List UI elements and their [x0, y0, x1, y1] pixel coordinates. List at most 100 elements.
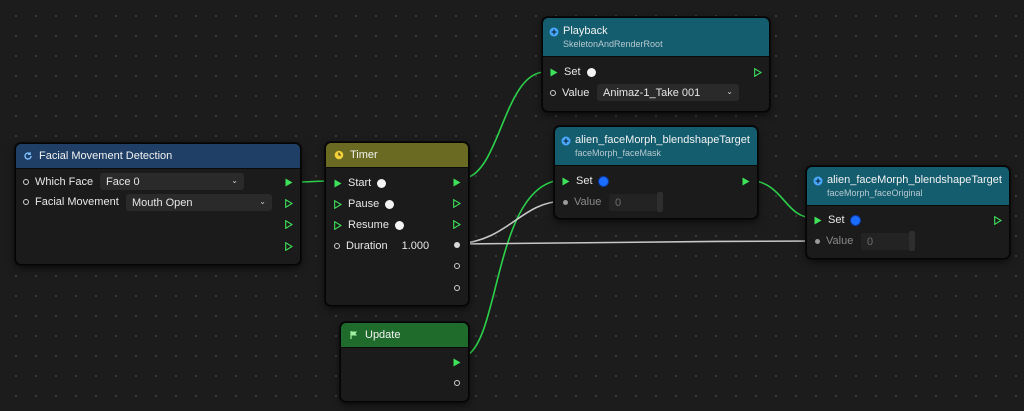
- node-title: Update: [365, 329, 401, 341]
- value-input-port[interactable]: [815, 238, 820, 244]
- value-output-port-3[interactable]: [454, 285, 460, 291]
- node-subtitle: faceMorph_faceOriginal: [827, 188, 923, 198]
- flag-icon: [349, 330, 359, 340]
- chevron-down-icon: ⌄: [259, 197, 266, 206]
- value-output-port-2[interactable]: [454, 263, 460, 269]
- chevron-down-icon: ⌄: [231, 176, 238, 185]
- playback-node[interactable]: Playback SkeletonAndRenderRoot Set Value…: [542, 17, 770, 112]
- exec-output-port-3[interactable]: [285, 219, 294, 230]
- value-label: Value: [826, 235, 854, 247]
- timer-node[interactable]: Timer Start Pause Resume Duration 1.000: [325, 142, 469, 306]
- plus-circle-icon: [813, 176, 823, 186]
- animation-dropdown[interactable]: Animaz-1_Take 001 ⌄: [597, 84, 739, 101]
- set-label: Set: [564, 66, 581, 78]
- pause-label: Pause: [348, 198, 380, 210]
- start-input-port[interactable]: [334, 179, 342, 188]
- node-title: alien_faceMorph_blendshapeTarget: [575, 134, 750, 146]
- value-input-port[interactable]: [563, 199, 568, 205]
- node-header[interactable]: Update: [341, 323, 468, 348]
- exec-output-port-3[interactable]: [453, 219, 462, 230]
- wire-duration-to-mask-value[interactable]: [457, 200, 565, 245]
- set-input-port[interactable]: [550, 68, 558, 77]
- value-output-port-1[interactable]: [454, 242, 460, 248]
- node-header[interactable]: alien_faceMorph_blendshapeTarget faceMor…: [555, 127, 757, 166]
- resume-row: Resume: [334, 219, 404, 231]
- refresh-icon: [23, 151, 33, 161]
- value-row: Value: [550, 87, 589, 99]
- value-output-port[interactable]: [454, 380, 460, 386]
- wire-timer-to-playback[interactable]: [465, 71, 546, 179]
- set-input-port[interactable]: [562, 177, 570, 186]
- set-row: Set: [814, 214, 860, 226]
- node-header[interactable]: Playback SkeletonAndRenderRoot: [543, 18, 769, 57]
- set-toggle[interactable]: [598, 176, 608, 186]
- which-face-value: Face 0: [106, 175, 140, 188]
- exec-output-port[interactable]: [994, 215, 1003, 226]
- duration-label: Duration: [346, 240, 388, 252]
- exec-output-port[interactable]: [453, 358, 461, 367]
- node-title: alien_faceMorph_blendshapeTarget: [827, 174, 1002, 186]
- value-text: 0: [615, 196, 622, 209]
- exec-output-port[interactable]: [742, 177, 750, 186]
- value-label: Value: [574, 196, 602, 208]
- set-toggle[interactable]: [586, 67, 596, 77]
- wire-morph-mask-to-morph-original[interactable]: [751, 179, 815, 219]
- value-slider-handle[interactable]: [657, 192, 663, 212]
- duration-input-port[interactable]: [334, 243, 340, 249]
- duration-row: Duration 1.000: [334, 240, 429, 252]
- pause-toggle[interactable]: [385, 199, 395, 209]
- value-field[interactable]: 0: [861, 233, 909, 250]
- exec-output-port-4[interactable]: [285, 241, 294, 252]
- duration-value[interactable]: 1.000: [402, 240, 430, 252]
- wire-duration-to-original-value[interactable]: [457, 240, 819, 245]
- facial-movement-label: Facial Movement: [35, 196, 119, 208]
- which-face-row: Which Face: [23, 176, 93, 188]
- facial-movement-row: Facial Movement: [23, 196, 119, 208]
- plus-circle-icon: [561, 136, 571, 146]
- clock-icon: [334, 150, 344, 160]
- plus-circle-icon: [549, 27, 559, 37]
- set-toggle[interactable]: [850, 215, 860, 225]
- animation-value: Animaz-1_Take 001: [603, 86, 701, 99]
- value-label: Value: [562, 87, 590, 99]
- value-row: Value: [815, 235, 853, 247]
- node-title: Timer: [350, 149, 378, 161]
- value-input-port[interactable]: [550, 90, 556, 96]
- exec-output-port-1[interactable]: [285, 178, 293, 187]
- value-slider-handle[interactable]: [909, 231, 915, 251]
- facial-movement-dropdown[interactable]: Mouth Open ⌄: [126, 194, 272, 211]
- set-row: Set: [562, 175, 608, 187]
- exec-output-port-1[interactable]: [453, 178, 461, 187]
- which-face-dropdown[interactable]: Face 0 ⌄: [100, 173, 244, 190]
- morph-face-mask-node[interactable]: alien_faceMorph_blendshapeTarget faceMor…: [554, 126, 758, 219]
- facial-movement-detection-node[interactable]: Facial Movement Detection Which Face Fac…: [15, 143, 301, 265]
- start-label: Start: [348, 177, 372, 189]
- resume-input-port[interactable]: [334, 220, 343, 230]
- set-label: Set: [576, 175, 593, 187]
- resume-toggle[interactable]: [394, 220, 404, 230]
- pause-input-port[interactable]: [334, 199, 343, 209]
- update-node[interactable]: Update: [340, 322, 469, 402]
- resume-label: Resume: [348, 219, 389, 231]
- node-title: Playback: [563, 25, 608, 37]
- pause-row: Pause: [334, 198, 395, 210]
- start-toggle[interactable]: [377, 178, 387, 188]
- node-header[interactable]: Facial Movement Detection: [16, 144, 300, 169]
- wire-update-to-morph-mask[interactable]: [465, 179, 562, 357]
- chevron-down-icon: ⌄: [726, 87, 733, 96]
- which-face-label: Which Face: [35, 176, 94, 188]
- facial-movement-input-port[interactable]: [23, 199, 29, 205]
- value-row: Value: [563, 196, 601, 208]
- exec-output-port-2[interactable]: [285, 198, 294, 209]
- exec-output-port[interactable]: [754, 67, 763, 78]
- set-input-port[interactable]: [814, 216, 822, 225]
- value-field[interactable]: 0: [609, 194, 657, 211]
- morph-face-original-node[interactable]: alien_faceMorph_blendshapeTarget faceMor…: [806, 166, 1010, 259]
- node-header[interactable]: alien_faceMorph_blendshapeTarget faceMor…: [807, 167, 1009, 206]
- exec-output-port-2[interactable]: [453, 198, 462, 209]
- facial-movement-value: Mouth Open: [132, 196, 193, 209]
- node-subtitle: faceMorph_faceMask: [575, 148, 662, 158]
- node-header[interactable]: Timer: [326, 143, 468, 168]
- which-face-input-port[interactable]: [23, 179, 29, 185]
- start-row: Start: [334, 177, 387, 189]
